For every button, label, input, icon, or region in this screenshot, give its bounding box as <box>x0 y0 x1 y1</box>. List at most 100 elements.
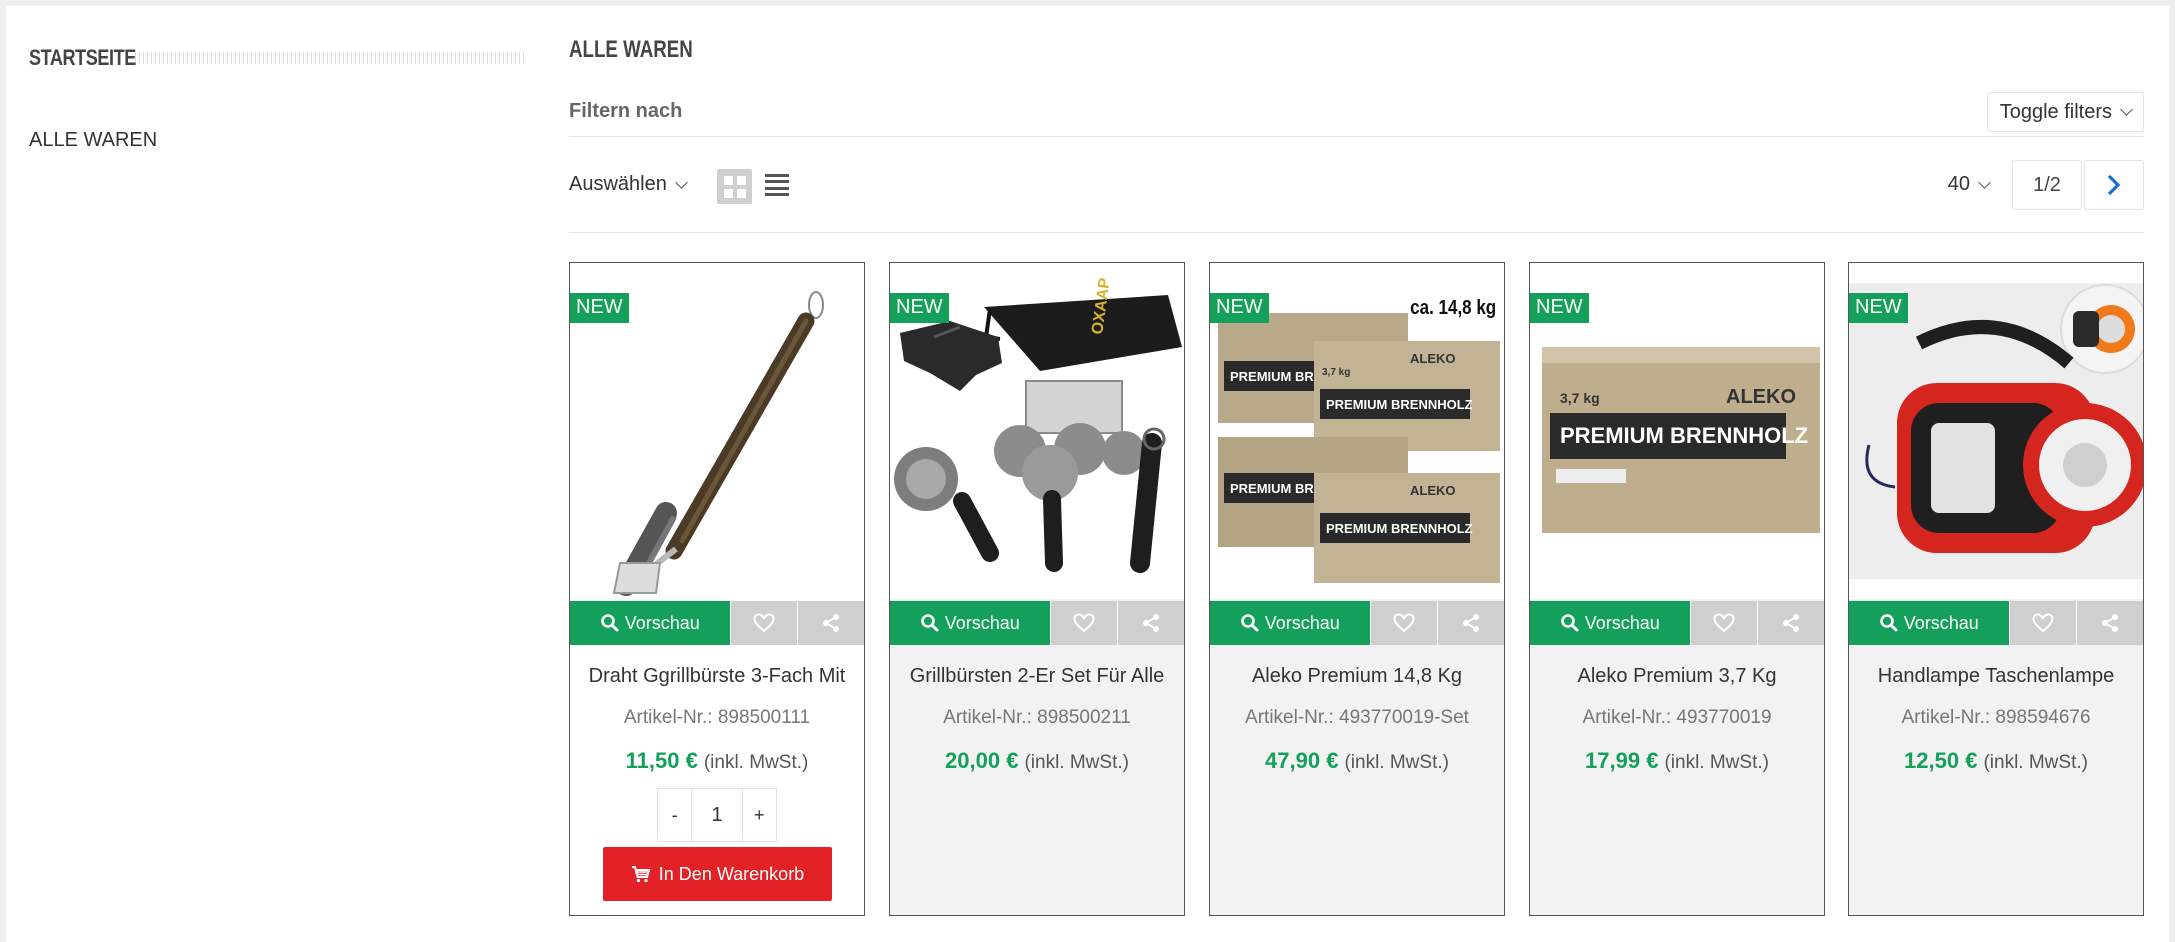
preview-label: Vorschau <box>1584 612 1660 633</box>
search-icon <box>920 614 939 632</box>
search-icon <box>1560 614 1579 632</box>
preview-button[interactable]: Vorschau <box>890 601 1051 645</box>
product-price-row: 17,99 € (inkl. MwSt.) <box>1530 748 1824 774</box>
sidebar-link-alle-waren[interactable]: ALLE WAREN <box>29 129 157 152</box>
svg-text:ALEKO: ALEKO <box>1726 386 1796 408</box>
product-title[interactable]: Draht Ggrillbürste 3-Fach Mit <box>570 665 864 688</box>
svg-text:3,7 kg: 3,7 kg <box>1560 390 1600 406</box>
new-badge: NEW <box>1210 293 1269 323</box>
product-card[interactable]: NEW Vorschau Draht Ggrillbürste 3-Fach M… <box>569 262 865 916</box>
product-price: 17,99 € <box>1585 748 1659 773</box>
preview-button[interactable]: Vorschau <box>570 601 731 645</box>
tax-note: (inkl. MwSt.) <box>1344 752 1449 773</box>
product-card[interactable]: PREMIUM BRENNHOLZ ALEKO 3,7 kg NEW Vorsc… <box>1529 262 1825 916</box>
new-badge: NEW <box>1849 293 1908 323</box>
toggle-filters-button[interactable]: Toggle filters <box>1986 92 2144 132</box>
svg-text:ALEKO: ALEKO <box>1410 483 1456 498</box>
share-button[interactable] <box>1117 601 1184 645</box>
heart-icon <box>2032 613 2054 633</box>
grid-view-icon[interactable] <box>717 169 752 204</box>
chevron-right-icon <box>2107 174 2121 196</box>
product-price: 12,50 € <box>1904 748 1978 773</box>
svg-text:ALEKO: ALEKO <box>1410 351 1456 366</box>
list-view-icon[interactable] <box>765 174 789 196</box>
product-actions: Vorschau <box>890 601 1184 645</box>
search-icon <box>1879 614 1898 632</box>
page-indicator: 1/2 <box>2012 160 2082 210</box>
weight-label: ca. 14,8 kg <box>1409 297 1496 319</box>
product-price: 11,50 € <box>625 748 698 773</box>
product-title[interactable]: Aleko Premium 14,8 Kg <box>1210 665 1504 688</box>
preview-button[interactable]: Vorschau <box>1849 601 2010 645</box>
quantity-decrease-button[interactable]: - <box>658 789 691 841</box>
preview-label: Vorschau <box>944 612 1020 633</box>
preview-button[interactable]: Vorschau <box>1530 601 1691 645</box>
product-card[interactable]: NEW Vorschau Handlampe Taschenlampe Arti… <box>1848 262 2144 916</box>
product-sku: Artikel-Nr.: 493770019 <box>1582 707 1772 728</box>
product-card[interactable]: PREMIUM BRENNHOLZ PREMIUM BRENNHOLZ ALEK… <box>1209 262 1505 916</box>
listing-toolbar: Auswählen 40 1/2 <box>569 160 2144 233</box>
add-to-cart-button[interactable]: In Den Warenkorb <box>603 847 832 901</box>
search-icon <box>1240 614 1259 632</box>
filter-row: Filtern nach Toggle filters <box>569 92 2144 137</box>
product-title[interactable]: Aleko Premium 3,7 Kg <box>1530 665 1824 688</box>
preview-button[interactable]: Vorschau <box>1210 601 1371 645</box>
product-actions: Vorschau <box>1210 601 1504 645</box>
tax-note: (inkl. MwSt.) <box>703 752 809 773</box>
product-actions: Vorschau <box>1849 601 2143 645</box>
page-title: ALLE WAREN <box>569 36 693 63</box>
tax-note: (inkl. MwSt.) <box>1024 752 1129 773</box>
product-title[interactable]: Handlampe Taschenlampe <box>1849 665 2143 688</box>
wishlist-button[interactable] <box>1370 601 1438 645</box>
new-badge: NEW <box>1530 293 1589 323</box>
product-price-row: 20,00 € (inkl. MwSt.) <box>890 748 1184 774</box>
quantity-input[interactable]: 1 <box>691 789 743 841</box>
tax-note: (inkl. MwSt.) <box>1983 752 2088 773</box>
firewood-package: PREMIUM BRENNHOLZ ALEKO 3,7 kg <box>1314 341 1500 451</box>
product-actions: Vorschau <box>570 601 864 645</box>
product-actions: Vorschau <box>1530 601 1824 645</box>
wishlist-button[interactable] <box>730 601 798 645</box>
wishlist-button[interactable] <box>2009 601 2077 645</box>
share-button[interactable] <box>1757 601 1824 645</box>
share-icon <box>2102 614 2119 632</box>
product-price-row: 12,50 € (inkl. MwSt.) <box>1849 748 2143 774</box>
new-badge: NEW <box>570 293 629 323</box>
filter-label: Filtern nach <box>569 100 683 122</box>
share-icon <box>1463 614 1480 632</box>
share-button[interactable] <box>2076 601 2143 645</box>
sort-select[interactable]: Auswählen <box>569 173 688 196</box>
preview-label: Vorschau <box>624 612 700 633</box>
product-card[interactable]: OXAAP NEW Vorschau Grillbürsten 2-Er Set… <box>889 262 1185 916</box>
quantity-stepper: - 1 + <box>657 788 777 842</box>
product-sku: Artikel-Nr.: 898500211 <box>943 707 1131 728</box>
share-button[interactable] <box>1437 601 1504 645</box>
product-price: 20,00 € <box>945 748 1019 773</box>
share-icon <box>823 614 840 632</box>
tax-note: (inkl. MwSt.) <box>1664 752 1769 773</box>
wishlist-button[interactable] <box>1050 601 1118 645</box>
chevron-down-icon <box>2120 103 2133 116</box>
wishlist-button[interactable] <box>1690 601 1758 645</box>
product-price-row: 11,50 € (inkl. MwSt.) <box>570 748 864 774</box>
product-price-row: 47,90 € (inkl. MwSt.) <box>1210 748 1504 774</box>
heart-icon <box>1713 613 1735 633</box>
cart-icon <box>631 866 651 883</box>
preview-label: Vorschau <box>1264 612 1340 633</box>
heart-icon <box>753 613 775 633</box>
next-page-button[interactable] <box>2084 160 2144 210</box>
per-page-select[interactable]: 40 <box>1948 173 1991 196</box>
add-to-cart-label: In Den Warenkorb <box>658 863 805 884</box>
search-icon <box>600 614 619 632</box>
product-title[interactable]: Grillbürsten 2-Er Set Für Alle <box>890 665 1184 688</box>
share-icon <box>1783 614 1800 632</box>
share-button[interactable] <box>797 601 864 645</box>
product-price: 47,90 € <box>1265 748 1339 773</box>
quantity-increase-button[interactable]: + <box>743 789 776 841</box>
firewood-package: PREMIUM BRENNHOLZ ALEKO <box>1314 473 1500 583</box>
svg-text:PREMIUM BRENNHOLZ: PREMIUM BRENNHOLZ <box>1560 423 1808 448</box>
sort-select-label: Auswählen <box>569 173 667 195</box>
svg-text:3,7 kg: 3,7 kg <box>1322 367 1350 378</box>
heart-icon <box>1073 613 1095 633</box>
heart-icon <box>1393 613 1415 633</box>
